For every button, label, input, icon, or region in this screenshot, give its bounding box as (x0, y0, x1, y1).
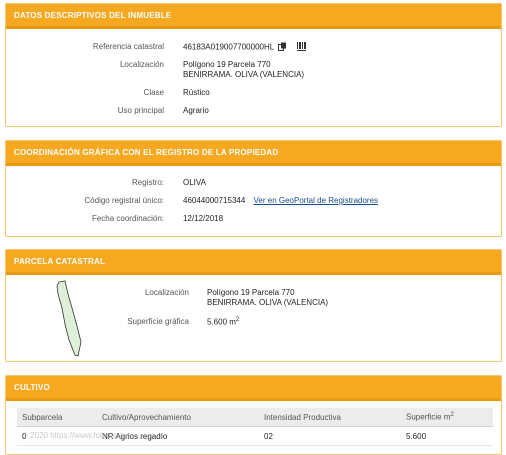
value-uso-principal: Agrario (183, 106, 209, 115)
value-localizacion-parcela-2: BENIRRAMA. OLIVA (VALENCIA) (207, 298, 329, 307)
value-clase: Rústico (183, 88, 210, 97)
label-uso-principal: Uso principal (117, 106, 164, 115)
panel-header: CULTIVO (6, 376, 501, 401)
table-header-row: Subparcela Cultivo/Aprovechamiento Inten… (17, 408, 493, 427)
col-superficie-text: Superficie m (406, 412, 451, 422)
geoportal-link[interactable]: Ver en GeoPortal de Registradores (254, 196, 379, 205)
copy-icon[interactable] (278, 42, 287, 53)
referencia-text: 46183A019007700000HL (183, 42, 274, 52)
col-intensidad: Intensidad Productiva (259, 408, 401, 427)
col-subparcela: Subparcela (17, 408, 97, 427)
codigo-registral-text: 46044000715344 (183, 196, 246, 205)
col-superficie: Superficie m2 (401, 408, 493, 427)
cell-superficie: 5.600 (401, 426, 493, 446)
cultivo-table: Subparcela Cultivo/Aprovechamiento Inten… (17, 408, 493, 446)
label-registro: Registro: (131, 178, 164, 187)
value-localizacion-1: Polígono 19 Parcela 770 (183, 60, 271, 69)
value-superficie-grafica: 5.600 m2 (207, 317, 239, 327)
panel-datos-descriptivos: DATOS DESCRIPTIVOS DEL INMUEBLE Referenc… (5, 3, 502, 127)
label-localizacion: Localización (119, 60, 164, 69)
col-superficie-exponent: 2 (450, 412, 454, 419)
superficie-unit-exponent: 2 (235, 317, 240, 323)
superficie-text: 5.600 m (207, 317, 236, 327)
col-cultivo: Cultivo/Aprovechamiento (97, 408, 259, 427)
panel-coordinacion: COORDINACIÓN GRÁFICA CON EL REGISTRO DE … (5, 140, 502, 237)
label-fecha-coordinacion: Fecha coordinación: (91, 214, 164, 223)
value-referencia: 46183A019007700000HL (183, 42, 307, 53)
barcode-icon[interactable] (297, 42, 307, 53)
panel-parcela-catastral: PARCELA CATASTRAL Localización Polígono … (5, 249, 502, 362)
cell-intensidad: 02 (259, 426, 401, 446)
panel-header: COORDINACIÓN GRÁFICA CON EL REGISTRO DE … (6, 141, 501, 166)
label-superficie-grafica: Superficie gráfica (127, 317, 189, 326)
label-codigo-registral: Código registral único: (84, 196, 164, 205)
value-registro: OLIVA (183, 178, 206, 187)
panel-header: DATOS DESCRIPTIVOS DEL INMUEBLE (6, 4, 501, 29)
label-referencia: Referencia catastral (92, 42, 164, 51)
label-clase: Clase (143, 88, 164, 97)
label-localizacion-parcela: Localización (144, 288, 189, 297)
value-localizacion-2: BENIRRAMA. OLIVA (VALENCIA) (183, 70, 305, 79)
panel-cultivo: CULTIVO Subparcela Cultivo/Aprovechamien… (5, 375, 502, 455)
panel-header: PARCELA CATASTRAL (6, 250, 501, 275)
value-localizacion-parcela-1: Polígono 19 Parcela 770 (207, 288, 295, 297)
parcel-map[interactable] (54, 280, 94, 360)
watermark: © 2020 https://www.fotocasa.es (22, 431, 135, 440)
value-fecha-coordinacion: 12/12/2018 (183, 214, 224, 223)
value-codigo-registral: 46044000715344 Ver en GeoPortal de Regis… (183, 196, 378, 205)
